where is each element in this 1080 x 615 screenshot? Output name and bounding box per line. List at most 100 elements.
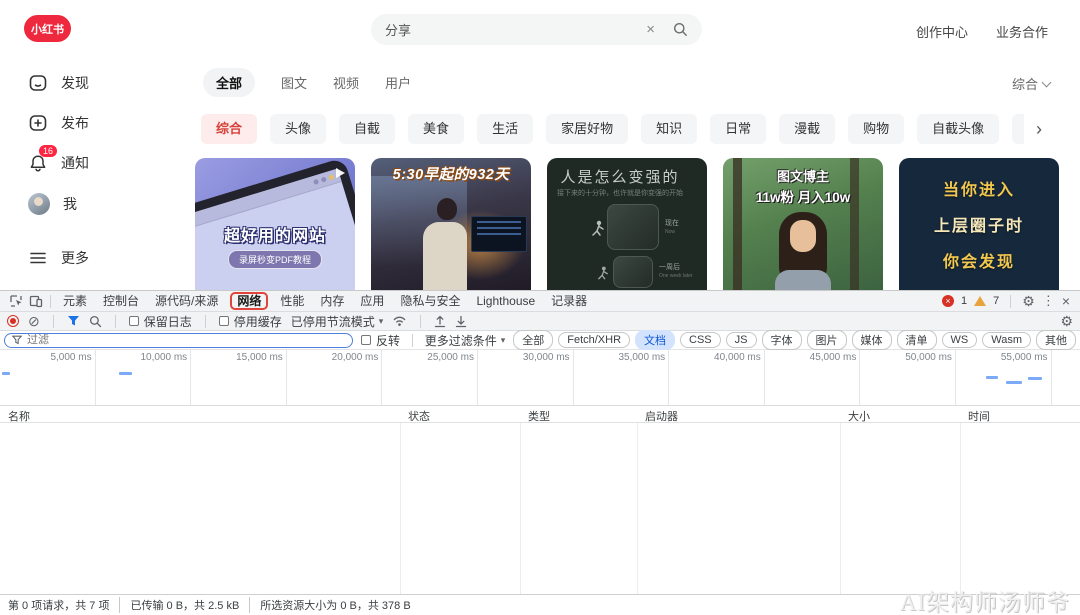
request-type-pill[interactable]: CSS <box>680 332 721 348</box>
timeline-tick-label: 50,000 ms <box>860 350 955 363</box>
disable-cache-checkbox[interactable]: 停用缓存 <box>219 313 282 330</box>
devtools-tab[interactable]: 网络 <box>230 292 268 310</box>
devtools-tab[interactable]: 控制台 <box>95 292 147 311</box>
more-options-icon[interactable]: ⋮ <box>1042 293 1055 309</box>
search-icon[interactable] <box>673 22 688 37</box>
request-type-pill[interactable]: Wasm <box>982 332 1031 348</box>
creator-center-link[interactable]: 创作中心 <box>916 22 968 41</box>
devtools-tab[interactable]: 性能 <box>272 292 312 311</box>
timeline-tick-label: 35,000 ms <box>574 350 669 363</box>
category-chip[interactable]: 家居好物 <box>546 114 628 144</box>
request-type-pill[interactable]: JS <box>726 332 757 348</box>
timeline-tick-label: 10,000 ms <box>96 350 191 363</box>
column-header-size[interactable]: 大小 <box>848 408 870 424</box>
category-chip[interactable]: 头像 <box>270 114 326 144</box>
clear-network-log-icon[interactable]: ⊘ <box>28 315 40 327</box>
category-chip[interactable]: 自截头像 <box>917 114 999 144</box>
category-chip[interactable]: 生活 <box>477 114 533 144</box>
category-chip[interactable]: 自截 <box>339 114 395 144</box>
category-chip[interactable]: 综合 <box>201 114 257 144</box>
category-chip[interactable]: 美食 <box>408 114 464 144</box>
note-card-get-stronger[interactable]: 人是怎么变强的 接下来的十分钟，也许就是你变强的开始 现在 Now 一周后 On <box>547 158 707 290</box>
clear-search-icon[interactable]: × <box>646 21 655 38</box>
devtools-tab[interactable]: 应用 <box>352 292 392 311</box>
note-card-upper-circle[interactable]: 当你进入 上层圈子时 你会发现 <box>899 158 1059 290</box>
error-icon[interactable]: × <box>942 295 954 307</box>
network-overview-timeline[interactable]: 5,000 ms10,000 ms15,000 ms20,000 ms25,00… <box>0 350 1080 406</box>
close-devtools-icon[interactable]: × <box>1062 293 1070 309</box>
request-type-pill[interactable]: Fetch/XHR <box>558 332 630 348</box>
request-type-pill[interactable]: 媒体 <box>852 330 892 350</box>
sort-dropdown[interactable]: 综合 <box>1012 74 1050 93</box>
category-chip[interactable]: 知识 <box>641 114 697 144</box>
request-type-pill[interactable]: 全部 <box>513 330 553 350</box>
settings-gear-icon[interactable]: ⚙ <box>1022 294 1035 308</box>
bell-icon: 16 <box>28 153 48 173</box>
record-network-log-button[interactable] <box>7 315 19 327</box>
devtools-tab[interactable]: 源代码/来源 <box>147 292 226 311</box>
column-header-type[interactable]: 类型 <box>528 408 550 424</box>
request-type-pill[interactable]: 图片 <box>807 330 847 350</box>
invert-label: 反转 <box>376 332 400 349</box>
category-chip[interactable]: 购物 <box>848 114 904 144</box>
result-tab[interactable]: 图文 <box>281 68 307 97</box>
warning-count[interactable]: 7 <box>993 295 999 307</box>
error-count[interactable]: 1 <box>961 295 967 307</box>
divider <box>115 315 116 328</box>
filter-input[interactable] <box>4 333 353 348</box>
more-filters-dropdown[interactable]: 更多过滤条件 ▾ <box>425 332 506 349</box>
note-card-early-rise[interactable]: 5:30早起的932天 <box>371 158 531 290</box>
checkbox[interactable] <box>219 316 229 326</box>
timeline-tick-label: 30,000 ms <box>478 350 573 363</box>
search-input[interactable]: 分享 <box>385 20 646 39</box>
timeline-tick-label: 5,000 ms <box>0 350 95 363</box>
network-conditions-icon[interactable] <box>392 315 407 327</box>
inspect-element-icon[interactable] <box>6 292 26 310</box>
chips-next-icon[interactable]: › <box>1024 114 1054 144</box>
filter-funnel-icon[interactable] <box>67 315 80 327</box>
devtools-tab[interactable]: Lighthouse <box>468 292 543 311</box>
checkbox[interactable] <box>129 316 139 326</box>
request-type-pill[interactable]: WS <box>942 332 978 348</box>
devtools-tab[interactable]: 记录器 <box>543 292 595 311</box>
note-card-blogger[interactable]: 图文博主 11w粉 月入10w <box>723 158 883 290</box>
devtools-tab[interactable]: 内存 <box>312 292 352 311</box>
request-mark <box>1006 381 1022 384</box>
network-settings-gear-icon[interactable]: ⚙ <box>1060 314 1073 328</box>
request-type-pill[interactable]: 文档 <box>635 330 675 350</box>
sidebar-item-notifications[interactable]: 16 通知 <box>28 153 89 173</box>
request-type-pill[interactable]: 字体 <box>762 330 802 350</box>
checkbox[interactable] <box>361 335 371 345</box>
result-tab[interactable]: 用户 <box>385 68 411 97</box>
devtools-tab[interactable]: 元素 <box>55 292 95 311</box>
category-chip[interactable]: 漫截 <box>779 114 835 144</box>
column-header-time[interactable]: 时间 <box>968 408 990 424</box>
search-bar[interactable]: 分享 × <box>371 14 702 45</box>
request-type-pill[interactable]: 其他 <box>1036 330 1076 350</box>
category-chip[interactable]: 日常 <box>710 114 766 144</box>
xiaohongshu-logo[interactable]: 小红书 <box>24 15 71 42</box>
export-har-icon[interactable] <box>434 315 446 328</box>
column-header-initiator[interactable]: 启动器 <box>645 408 678 424</box>
devtools-tab[interactable]: 隐私与安全 <box>392 292 468 311</box>
invert-checkbox[interactable]: 反转 <box>361 332 400 349</box>
warning-icon[interactable] <box>974 296 986 306</box>
note-card-website[interactable]: 超好用的网站 录屏秒变PDF教程 <box>195 158 355 290</box>
request-type-pill[interactable]: 清单 <box>897 330 937 350</box>
business-link[interactable]: 业务合作 <box>996 22 1048 41</box>
result-tab[interactable]: 全部 <box>203 68 255 97</box>
search-network-icon[interactable] <box>89 315 102 328</box>
sidebar-item-more[interactable]: 更多 <box>28 248 89 268</box>
filter-text-input[interactable] <box>27 334 345 346</box>
sidebar-item-me[interactable]: 我 <box>28 193 77 215</box>
requests-table-body[interactable] <box>0 423 1080 594</box>
throttling-select[interactable]: 已停用节流模式 ▾ <box>291 313 384 330</box>
sidebar-item-discover[interactable]: 发现 <box>28 73 89 93</box>
import-har-icon[interactable] <box>455 315 467 328</box>
column-header-status[interactable]: 状态 <box>408 408 430 424</box>
sidebar-item-publish[interactable]: 发布 <box>28 113 89 133</box>
device-toolbar-icon[interactable] <box>26 292 46 310</box>
result-tab[interactable]: 视频 <box>333 68 359 97</box>
column-header-name[interactable]: 名称 <box>8 408 30 424</box>
preserve-log-checkbox[interactable]: 保留日志 <box>129 313 192 330</box>
